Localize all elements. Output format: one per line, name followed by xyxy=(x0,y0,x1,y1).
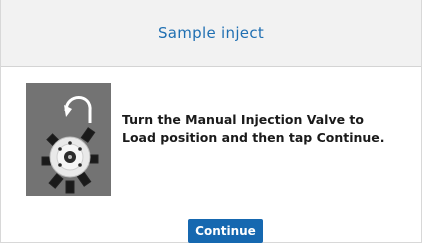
instruction-line-2: Load position and then tap Continue. xyxy=(122,130,385,145)
manual-injection-valve-load-icon xyxy=(26,83,111,196)
instruction-text: Turn the Manual Injection Valve to Load … xyxy=(122,111,402,147)
continue-button[interactable]: Continue xyxy=(188,219,263,243)
dialog-title: Sample inject xyxy=(157,24,265,42)
instruction-line-1: Turn the Manual Injection Valve to xyxy=(122,112,364,127)
dialog-header: Sample inject xyxy=(1,0,421,67)
dialog-body: Turn the Manual Injection Valve to Load … xyxy=(1,67,421,243)
sample-inject-dialog: Sample inject Turn the Manual Injection … xyxy=(0,0,422,243)
